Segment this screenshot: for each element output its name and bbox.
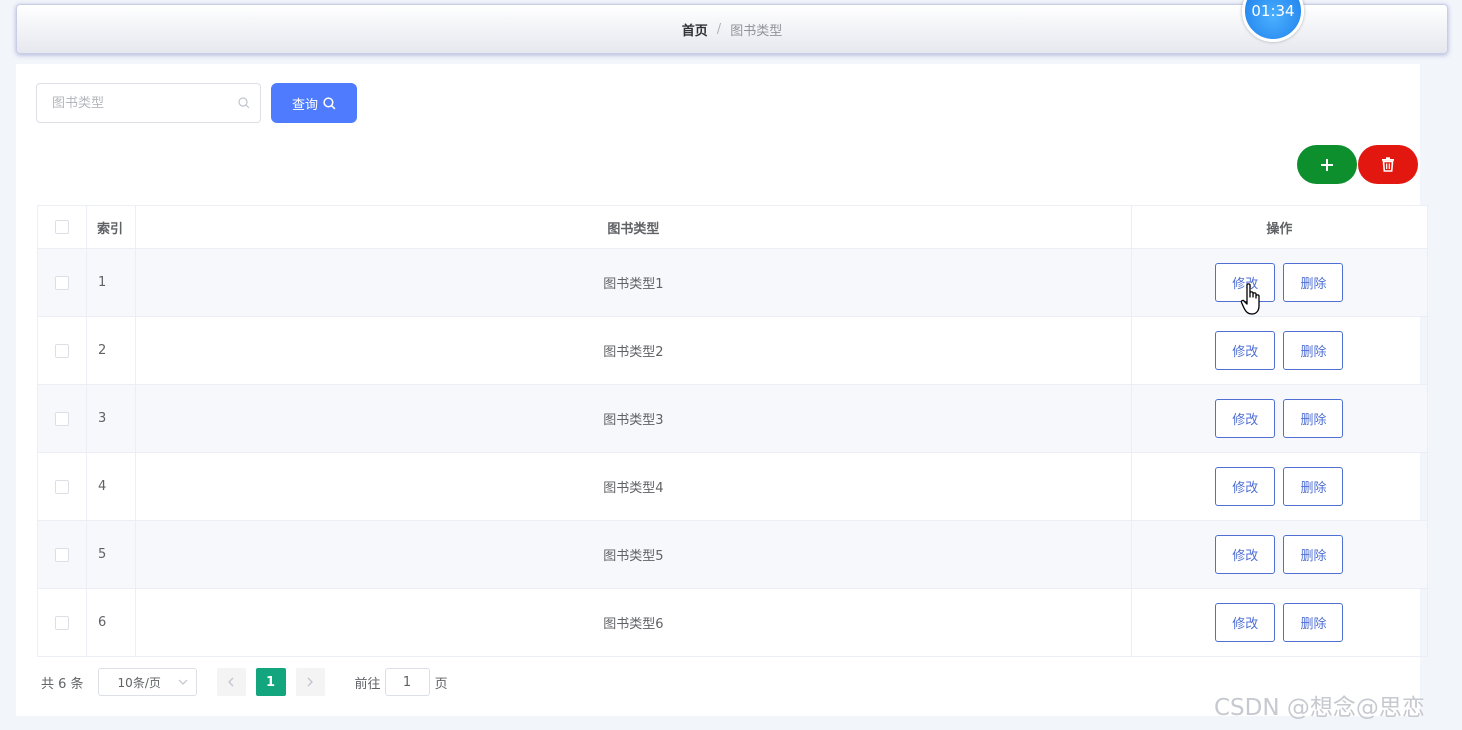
chevron-right-icon [307,677,313,687]
table-row: 6 图书类型6 修改 删除 [36,588,1429,657]
header-checkbox-cell [36,205,88,249]
table-row: 2 图书类型2 修改 删除 [36,316,1429,385]
search-icon [323,96,336,109]
row-name: 图书类型3 [135,384,1132,453]
page-size-select[interactable]: 10条/页 [97,668,197,696]
pagination-total: 共 6 条 [41,676,84,692]
row-checkbox[interactable] [55,615,70,630]
row-name: 图书类型2 [135,316,1132,385]
prev-page-button[interactable] [216,668,246,696]
header-name: 图书类型 [135,205,1132,249]
content-panel: 查询 索引 图书类型 操作 [16,64,1429,716]
delete-button[interactable]: 删除 [1283,603,1344,642]
goto-page-input[interactable] [384,668,430,696]
row-checkbox[interactable] [55,479,70,494]
book-type-table: 索引 图书类型 操作 1 图书类型1 修改 删除 2 图书类型2 修改 删除 3… [36,205,1429,657]
delete-button[interactable]: 删除 [1283,399,1344,438]
row-checkbox[interactable] [55,547,70,562]
row-checkbox[interactable] [55,275,70,290]
edit-button[interactable]: 修改 [1215,399,1276,438]
watermark: CSDN @想念@思恋 [1214,695,1425,721]
edit-button[interactable]: 修改 [1215,535,1276,574]
row-name: 图书类型5 [135,520,1132,589]
trash-icon [1382,157,1394,172]
delete-button[interactable]: 删除 [1283,331,1344,370]
chevron-left-icon [228,677,234,687]
table-row: 5 图书类型5 修改 删除 [36,520,1429,589]
table-row: 1 图书类型1 修改 删除 [36,248,1429,317]
delete-button[interactable]: 删除 [1283,535,1344,574]
breadcrumb-home[interactable]: 首页 [682,20,708,39]
header-index: 索引 [86,205,137,249]
table-row: 4 图书类型4 修改 删除 [36,452,1429,521]
breadcrumb-current: 图书类型 [730,23,783,39]
page-number-button[interactable]: 1 [255,668,286,696]
top-header: 首页 / 图书类型 [16,4,1448,54]
query-button-label: 查询 [291,97,318,113]
goto-label: 前往 [354,676,381,692]
row-index: 1 [86,248,137,317]
select-all-checkbox[interactable] [55,220,70,234]
edit-button[interactable]: 修改 [1215,467,1276,506]
delete-button[interactable]: 删除 [1283,263,1344,302]
query-button[interactable]: 查询 [271,83,357,123]
row-index: 6 [86,588,137,657]
goto-unit: 页 [434,676,448,692]
row-index: 2 [86,316,137,385]
row-name: 图书类型4 [135,452,1132,521]
header-ops: 操作 [1130,205,1429,249]
table-row: 3 图书类型3 修改 删除 [36,384,1429,453]
row-checkbox[interactable] [55,411,70,426]
add-button[interactable] [1297,145,1357,184]
batch-delete-button[interactable] [1358,145,1418,184]
search-input[interactable] [37,84,260,122]
row-name: 图书类型6 [135,588,1132,657]
search-icon [238,97,250,109]
table-header-row: 索引 图书类型 操作 [36,205,1429,249]
row-index: 4 [86,452,137,521]
search-field[interactable] [36,83,261,123]
pagination: 共 6 条 10条/页 1 前往 页 [41,668,448,696]
breadcrumb-separator: / [716,21,722,37]
plus-icon [1321,158,1333,171]
edit-button[interactable]: 修改 [1215,263,1276,302]
row-index: 5 [86,520,137,589]
edit-button[interactable]: 修改 [1215,331,1276,370]
delete-button[interactable]: 删除 [1283,467,1344,506]
page-size-value: 10条/页 [117,675,161,690]
row-name: 图书类型1 [135,248,1132,317]
next-page-button[interactable] [295,668,325,696]
edit-button[interactable]: 修改 [1215,603,1276,642]
row-index: 3 [86,384,137,453]
chevron-down-icon [178,679,187,685]
row-checkbox[interactable] [55,343,70,358]
